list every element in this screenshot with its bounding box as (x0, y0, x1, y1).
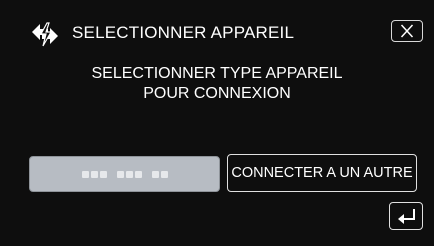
wireless-connection-icon (30, 20, 60, 48)
instruction-message: SELECTIONNER TYPE APPAREIL POUR CONNEXIO… (0, 64, 434, 104)
back-button[interactable] (389, 202, 423, 230)
device-option-button[interactable] (29, 156, 220, 192)
placeholder-dots-icon (30, 157, 219, 191)
connect-to-other-button[interactable]: CONNECTER A UN AUTRE (227, 154, 417, 192)
device-select-screen: SELECTIONNER APPAREIL SELECTIONNER TYPE … (0, 0, 434, 246)
instruction-line-1: SELECTIONNER TYPE APPAREIL (91, 65, 343, 82)
page-title: SELECTIONNER APPAREIL (72, 23, 295, 42)
instruction-line-2: POUR CONNEXION (143, 85, 291, 102)
close-button[interactable] (391, 20, 423, 42)
close-icon (400, 24, 414, 38)
back-arrow-icon (398, 209, 415, 224)
